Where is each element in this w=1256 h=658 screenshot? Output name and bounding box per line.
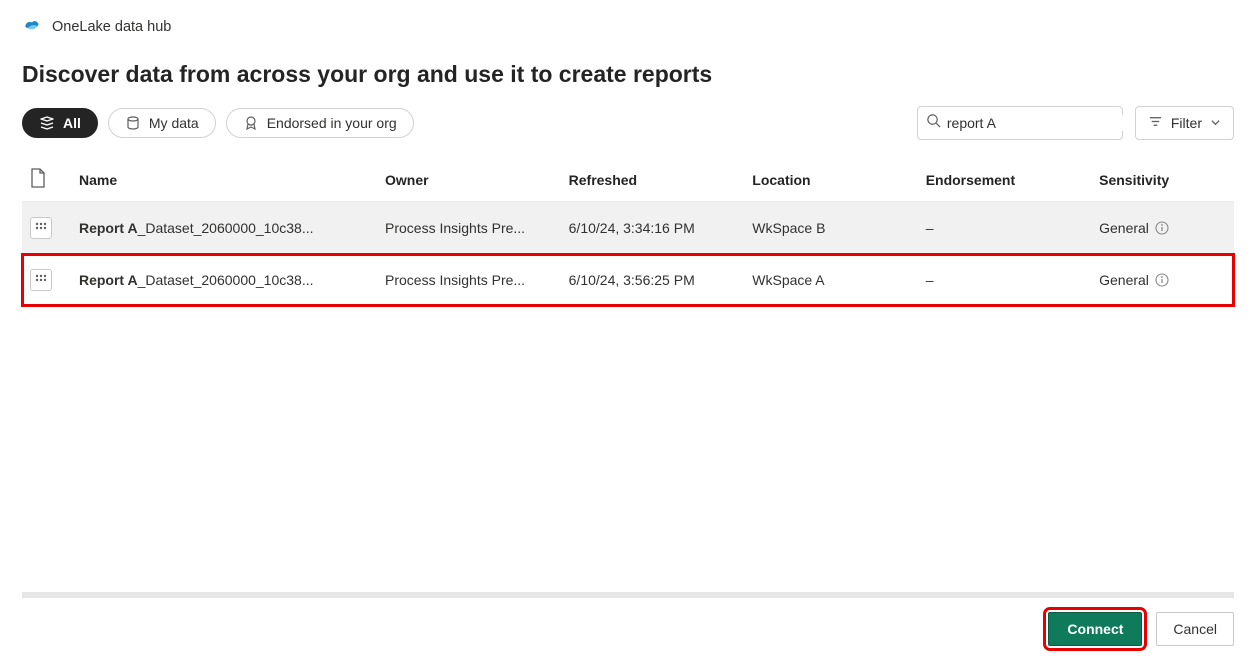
col-header-refreshed[interactable]: Refreshed	[561, 158, 745, 202]
cell-location: WkSpace A	[744, 254, 917, 306]
onelake-logo-icon	[22, 14, 42, 39]
database-icon	[125, 115, 141, 131]
col-header-location[interactable]: Location	[744, 158, 917, 202]
ribbon-icon	[243, 115, 259, 131]
search-input[interactable]	[947, 115, 1128, 131]
right-controls: Filter	[917, 106, 1234, 140]
pill-my-data[interactable]: My data	[108, 108, 216, 138]
filter-label: Filter	[1171, 115, 1202, 131]
cell-name: Report A_Dataset_2060000_10c38...	[71, 202, 377, 254]
info-icon	[1155, 273, 1169, 287]
pill-all[interactable]: All	[22, 108, 98, 138]
pill-endorsed-label: Endorsed in your org	[267, 115, 397, 131]
dataset-icon	[30, 269, 52, 291]
filter-icon	[1148, 114, 1163, 132]
chevron-down-icon	[1210, 115, 1221, 131]
table-row[interactable]: Report A_Dataset_2060000_10c38... Proces…	[22, 202, 1234, 254]
search-input-wrap[interactable]	[917, 106, 1123, 140]
pill-my-data-label: My data	[149, 115, 199, 131]
cell-refreshed: 6/10/24, 3:56:25 PM	[561, 254, 745, 306]
col-header-sensitivity[interactable]: Sensitivity	[1091, 158, 1234, 202]
info-icon	[1155, 221, 1169, 235]
app-title: OneLake data hub	[52, 19, 171, 35]
cell-refreshed: 6/10/24, 3:34:16 PM	[561, 202, 745, 254]
table-header-row: Name Owner Refreshed Location Endorsemen…	[22, 158, 1234, 202]
cell-endorsement: –	[918, 202, 1091, 254]
pill-all-label: All	[63, 115, 81, 131]
cell-sensitivity: General	[1091, 202, 1234, 254]
cancel-button[interactable]: Cancel	[1156, 612, 1234, 646]
header-bar: OneLake data hub	[0, 0, 1256, 43]
col-header-type[interactable]	[22, 158, 71, 202]
stack-icon	[39, 115, 55, 131]
bottom-divider	[22, 592, 1234, 598]
cell-owner: Process Insights Pre...	[377, 254, 561, 306]
data-table: Name Owner Refreshed Location Endorsemen…	[22, 158, 1234, 306]
toolbar: All My data Endorsed in your org	[0, 106, 1256, 158]
cell-location: WkSpace B	[744, 202, 917, 254]
cell-sensitivity: General	[1091, 254, 1234, 306]
search-icon	[926, 113, 941, 133]
footer-buttons: Connect Cancel	[1048, 612, 1234, 646]
cell-name: Report A_Dataset_2060000_10c38...	[71, 254, 377, 306]
filter-button[interactable]: Filter	[1135, 106, 1234, 140]
col-header-name[interactable]: Name	[71, 158, 377, 202]
dataset-icon	[30, 217, 52, 239]
filter-pill-group: All My data Endorsed in your org	[22, 108, 414, 138]
connect-button[interactable]: Connect	[1048, 612, 1142, 646]
table-row[interactable]: Report A_Dataset_2060000_10c38... Proces…	[22, 254, 1234, 306]
col-header-endorsement[interactable]: Endorsement	[918, 158, 1091, 202]
page-heading: Discover data from across your org and u…	[0, 43, 1256, 106]
col-header-owner[interactable]: Owner	[377, 158, 561, 202]
cell-owner: Process Insights Pre...	[377, 202, 561, 254]
cell-endorsement: –	[918, 254, 1091, 306]
file-icon	[30, 168, 46, 188]
pill-endorsed[interactable]: Endorsed in your org	[226, 108, 414, 138]
